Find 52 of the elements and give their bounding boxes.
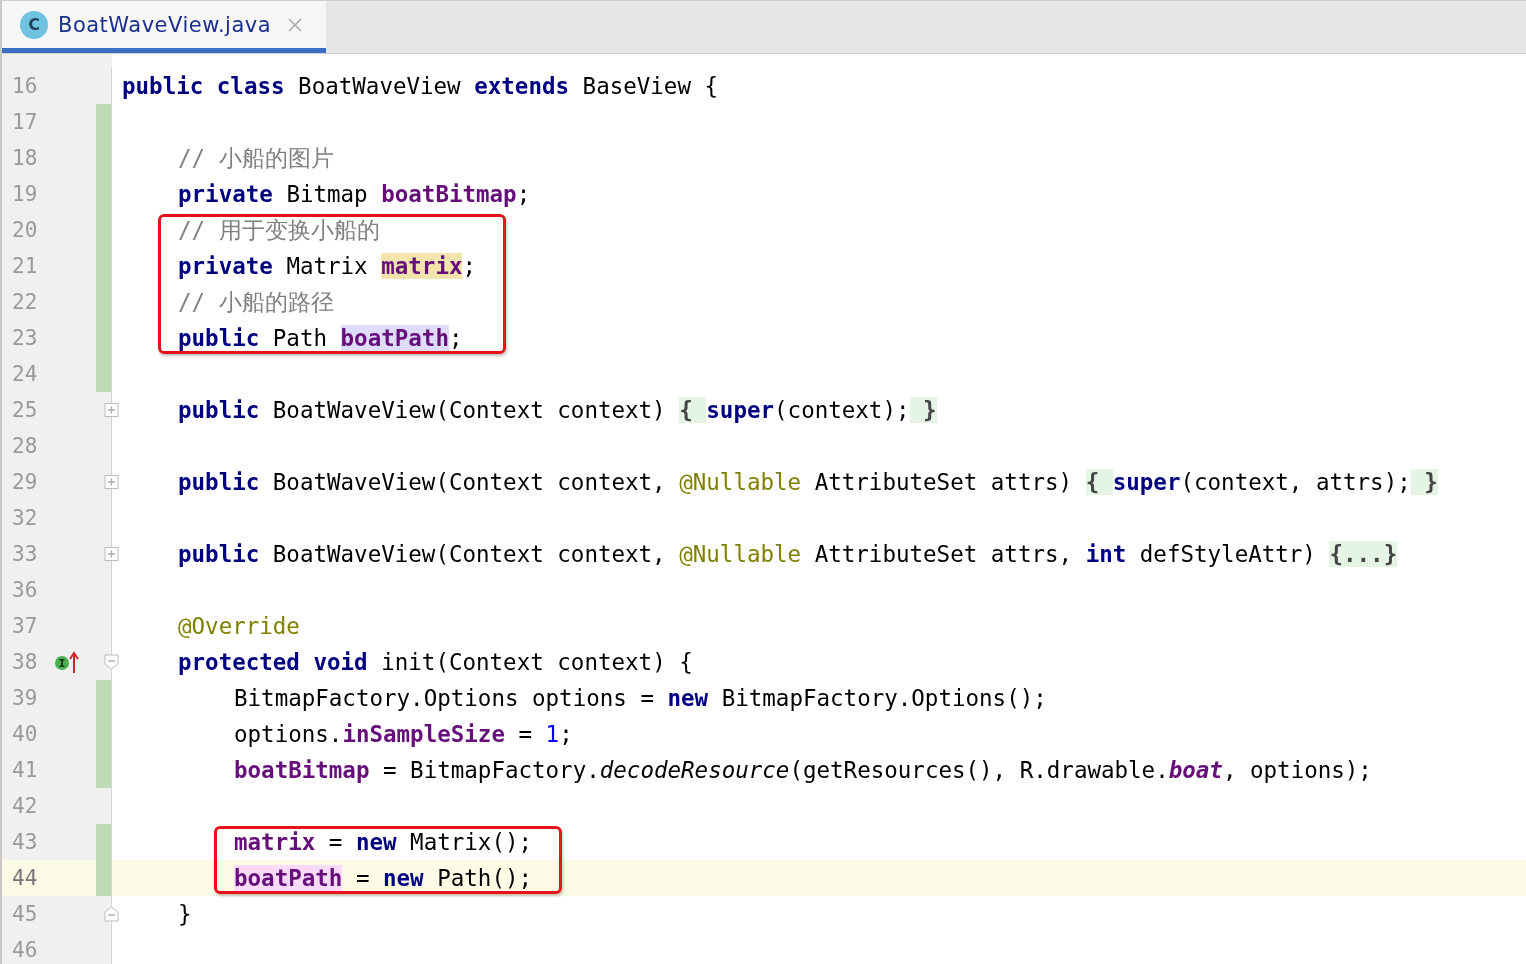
line-number: 39 [11,686,39,710]
fold-end-icon[interactable] [104,906,119,922]
line-number: 20 [11,218,39,242]
line-number: 25 [11,398,39,422]
expand-fold-icon[interactable] [104,546,119,562]
code-line: // 用于变换小船的 [178,216,380,245]
line-number: 23 [11,326,39,350]
code-line: options.inSampleSize = 1; [234,720,573,749]
line-number: 44 [11,866,39,890]
code-line: BitmapFactory.Options options = new BitmapFactory.Options(); [234,684,1047,713]
line-number: 45 [11,902,39,926]
line-number: 19 [11,182,39,206]
code-line: public BoatWaveView(Context context, @Nullable AttributeSet attrs, int defStyleAttr) {...} [178,540,1398,569]
line-number: 21 [11,254,39,278]
expand-fold-icon[interactable] [104,474,119,490]
close-icon [287,16,304,33]
line-number: 43 [11,830,39,854]
line-number: 28 [11,434,39,458]
code-line: public BoatWaveView(Context context) { super(context); } [178,396,937,425]
line-number: 22 [11,290,39,314]
line-number: 37 [11,614,39,638]
code-line: public Path boatPath; [178,324,463,353]
code-line: public class BoatWaveView extends BaseView { [122,72,719,101]
line-number: 46 [11,938,39,962]
tab-title: BoatWaveView.java [58,12,272,37]
line-number: 17 [11,110,39,134]
line-number: 33 [11,542,39,566]
code-line: // 小船的图片 [178,144,334,173]
line-number: 32 [11,506,39,530]
code-line: matrix = new Matrix(); [234,828,533,857]
line-number: 16 [11,74,39,98]
collapse-fold-icon[interactable] [104,654,119,670]
code-line: public BoatWaveView(Context context, @Nullable AttributeSet attrs) { super(context, attrs); } [178,468,1438,497]
file-tab[interactable]: C BoatWaveView.java [2,1,326,53]
code-line: // 小船的路径 [178,288,334,317]
code-line: boatBitmap = BitmapFactory.decodeResource(getResources(), R.drawable.boat, options); [234,756,1372,785]
line-number: 24 [11,362,39,386]
line-number: 41 [11,758,39,782]
line-number: 38 [11,650,39,674]
implements-method-icon[interactable] [54,650,80,674]
line-number: 36 [11,578,39,602]
line-number: 40 [11,722,39,746]
class-file-icon: C [20,10,48,39]
line-number: 29 [11,470,39,494]
code-line: @Override [178,612,300,641]
code-line: protected void init(Context context) { [178,648,693,677]
line-number: 42 [11,794,39,818]
code-line: } [178,900,192,929]
expand-fold-icon[interactable] [104,402,119,418]
code-line: private Matrix matrix; [178,252,477,281]
code-line: private Bitmap boatBitmap; [178,180,531,209]
line-number: 18 [11,146,39,170]
